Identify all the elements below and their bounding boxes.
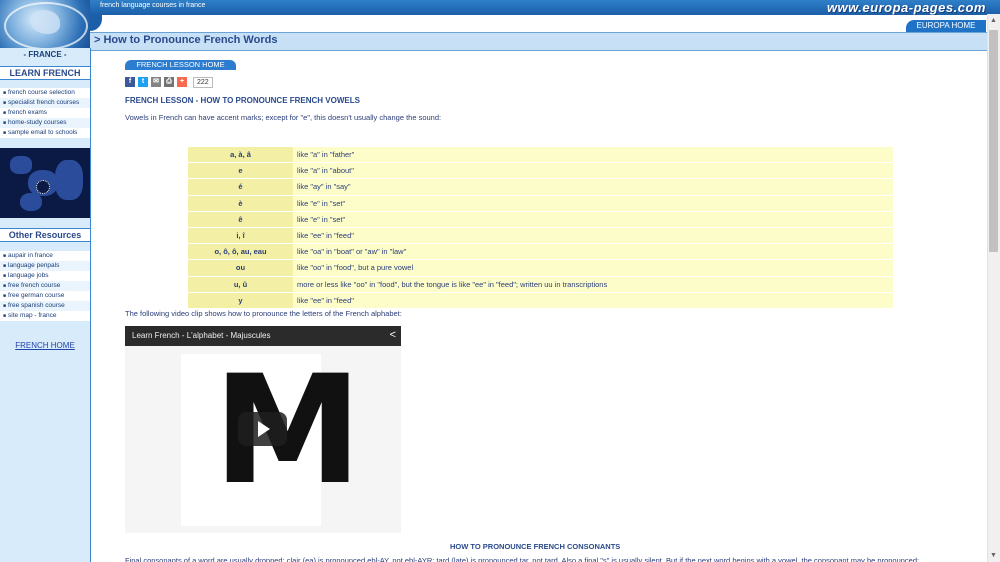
- sound-cell: like "a" in "about": [293, 162, 893, 180]
- table-row: i, î like "ee" in "feed": [188, 227, 893, 245]
- map-france-marker: [36, 180, 50, 194]
- sidebar-item-free-spanish-course[interactable]: ■ free spanish course: [0, 301, 90, 311]
- table-row: u, û more or less like "oo" in "food", bu…: [188, 276, 893, 293]
- consonants-heading: HOW TO PRONOUNCE FRENCH CONSONANTS: [450, 542, 621, 551]
- bullet-icon: ■: [3, 313, 7, 319]
- video-player[interactable]: Learn French - L'alphabet - Majuscules <…: [125, 326, 401, 533]
- sound-cell: like "e" in "set": [293, 195, 893, 212]
- sidebar-item-home-study-courses[interactable]: ■ home-study courses: [0, 118, 90, 128]
- bullet-icon: ■: [3, 130, 7, 136]
- addthis-icon[interactable]: +: [177, 77, 187, 87]
- vowel-cell: ê: [188, 211, 293, 228]
- french-lesson-home-tab[interactable]: FRENCH LESSON HOME: [125, 60, 236, 70]
- sound-cell: like "oa" in "boat" or "aw" in "law": [293, 243, 893, 261]
- share-count: 222: [193, 77, 213, 88]
- sidebar-item-free-german-course[interactable]: ■ free german course: [0, 291, 90, 301]
- sidebar-region: - FRANCE -: [23, 50, 67, 59]
- vowel-cell: u, û: [188, 276, 293, 293]
- table-row: e like "a" in "about": [188, 162, 893, 180]
- table-row: o, ô, ô, au, eau like "oa" in "boat" or "…: [188, 243, 893, 261]
- sound-cell: like "ee" in "feed": [293, 227, 893, 245]
- scroll-down-icon[interactable]: ▼: [987, 549, 1000, 562]
- play-button[interactable]: [238, 412, 287, 446]
- vowel-cell: é: [188, 178, 293, 196]
- table-row: ê like "e" in "set": [188, 211, 893, 228]
- europe-map[interactable]: [0, 148, 90, 218]
- intro-text: Vowels in French can have accent marks; …: [125, 113, 442, 122]
- bullet-icon: ■: [3, 273, 7, 279]
- video-title[interactable]: Learn French - L'alphabet - Majuscules: [132, 331, 271, 340]
- banner-tagline: french language courses in france: [100, 2, 206, 9]
- bullet-icon: ■: [3, 110, 7, 116]
- vowel-cell: o, ô, ô, au, eau: [188, 243, 293, 261]
- bullet-icon: ■: [3, 253, 7, 259]
- sound-cell: more or less like "oo" in "food", but th…: [293, 276, 893, 293]
- sidebar-item-french-course-selection[interactable]: ■ french course selection: [0, 88, 90, 98]
- vowel-cell: e: [188, 162, 293, 180]
- map-landmass: [55, 160, 83, 200]
- vowel-cell: ou: [188, 259, 293, 277]
- europa-globe-logo[interactable]: [0, 0, 90, 48]
- sidebar-item-specialist-french-courses[interactable]: ■ specialist french courses: [0, 98, 90, 108]
- banner-curve: [90, 15, 1000, 31]
- vowel-cell: y: [188, 292, 293, 309]
- table-row: y like "ee" in "feed": [188, 292, 893, 309]
- sidebar-learn-heading: LEARN FRENCH: [0, 66, 90, 80]
- vowel-cell: è: [188, 195, 293, 212]
- sound-cell: like "e" in "set": [293, 211, 893, 228]
- scroll-up-icon[interactable]: ▲: [987, 14, 1000, 27]
- europa-home-tab[interactable]: EUROPA HOME: [906, 20, 986, 32]
- share-icon[interactable]: <: [390, 329, 396, 341]
- lesson-heading: FRENCH LESSON - HOW TO PRONOUNCE FRENCH …: [125, 96, 360, 105]
- french-home-link[interactable]: FRENCH HOME: [0, 341, 90, 350]
- vowel-table: a, à, â like "a" in "father" e like "a" in…: [188, 147, 893, 309]
- sidebar-item-language-penpals[interactable]: ■ language penpals: [0, 261, 90, 271]
- bullet-icon: ■: [3, 100, 7, 106]
- twitter-icon[interactable]: t: [138, 77, 148, 87]
- sidebar-item-french-exams[interactable]: ■ french exams: [0, 108, 90, 118]
- bullet-icon: ■: [3, 283, 7, 289]
- bullet-icon: ■: [3, 120, 7, 126]
- play-icon: [258, 421, 270, 437]
- table-row: è like "e" in "set": [188, 195, 893, 212]
- vowel-cell: a, à, â: [188, 147, 293, 164]
- consonants-text: Final consonants of a word are usually d…: [125, 556, 920, 562]
- video-caption: The following video clip shows how to pr…: [125, 309, 402, 318]
- facebook-icon[interactable]: f: [125, 77, 135, 87]
- sound-cell: like "a" in "father": [293, 147, 893, 164]
- sidebar-item-site-map-france[interactable]: ■ site map - france: [0, 311, 90, 321]
- sidebar-item-language-jobs[interactable]: ■ language jobs: [0, 271, 90, 281]
- bullet-icon: ■: [3, 263, 7, 269]
- email-icon[interactable]: ✉: [151, 77, 161, 87]
- scrollbar-thumb[interactable]: [989, 30, 998, 252]
- page-title: > How to Pronounce French Words: [94, 34, 278, 46]
- sidebar-item-aupair-in-france[interactable]: ■ aupair in france: [0, 251, 90, 261]
- table-row: a, à, â like "a" in "father": [188, 147, 893, 164]
- bullet-icon: ■: [3, 293, 7, 299]
- sound-cell: like "oo" in "food", but a pure vowel: [293, 259, 893, 277]
- site-brand[interactable]: www.europa-pages.com: [827, 0, 986, 15]
- sidebar-item-free-french-course[interactable]: ■ free french course: [0, 281, 90, 291]
- sound-cell: like "ee" in "feed": [293, 292, 893, 309]
- sidebar-resources-heading: Other Resources: [0, 228, 90, 242]
- bullet-icon: ■: [3, 303, 7, 309]
- map-landmass: [10, 156, 32, 174]
- table-row: é like "ay" in "say": [188, 178, 893, 196]
- vowel-cell: i, î: [188, 227, 293, 245]
- print-icon[interactable]: ⎙: [164, 77, 174, 87]
- table-row: ou like "oo" in "food", but a pure vowel: [188, 259, 893, 277]
- sound-cell: like "ay" in "say": [293, 178, 893, 196]
- sidebar-item-sample-email-to-schools[interactable]: ■ sample email to schools: [0, 128, 90, 138]
- bullet-icon: ■: [3, 90, 7, 96]
- map-landmass: [20, 193, 42, 211]
